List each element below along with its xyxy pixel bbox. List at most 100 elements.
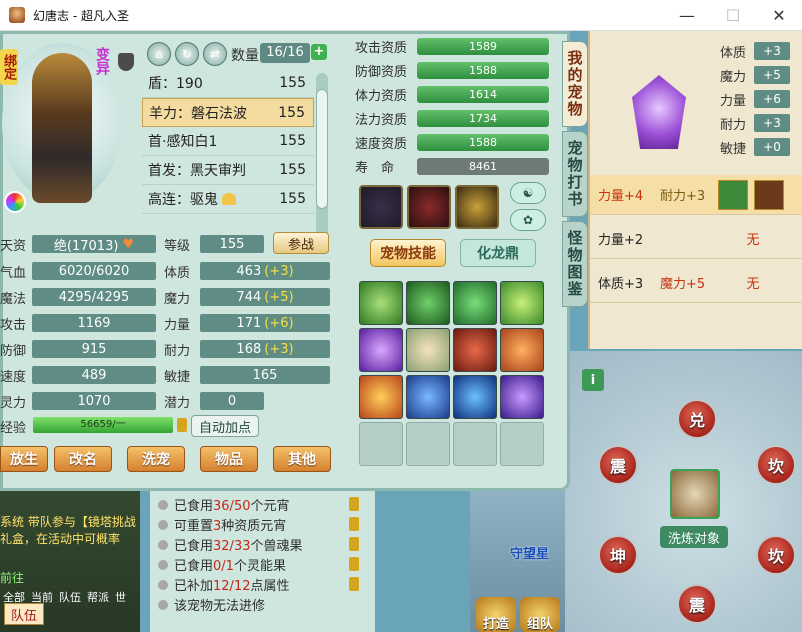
option-attr-a: 体质+3 xyxy=(598,277,644,292)
pet-list-item[interactable]: 高连：驱鬼 155 xyxy=(142,185,314,214)
coin-icon[interactable] xyxy=(349,577,359,591)
info-text: 可重置 xyxy=(174,519,214,534)
option-attr-b: 耐力+3 xyxy=(660,189,706,204)
pet-list-item-selected[interactable]: 羊力：磐石法波 155 xyxy=(142,98,314,127)
bagua-zhen-2[interactable]: 震 xyxy=(677,584,717,624)
skill-slot[interactable] xyxy=(359,375,403,419)
aptitude-row: 攻击资质 1589 xyxy=(355,37,549,56)
paw-icon[interactable]: ✿ xyxy=(510,209,546,231)
pet-level: 155 xyxy=(278,104,305,121)
rename-button[interactable]: 改名 xyxy=(54,446,112,472)
tab-dragon-cauldron[interactable]: 化龙鼎 xyxy=(460,239,536,267)
aptitude-label: 攻击资质 xyxy=(355,40,408,56)
minimize-button[interactable]: — xyxy=(664,0,710,31)
chat-tab-team[interactable]: 队伍 xyxy=(56,588,84,606)
bagua-kan-2[interactable]: 坎 xyxy=(756,535,796,575)
skill-slot[interactable] xyxy=(359,328,403,372)
stat-value: 0 xyxy=(200,392,264,410)
skill-slot[interactable] xyxy=(406,281,450,325)
info-line: 可重置3种资质元宵 xyxy=(158,515,286,534)
skill-slot[interactable] xyxy=(500,281,544,325)
refine-option-row[interactable]: 力量+2 无 xyxy=(590,219,802,259)
equip-slot-collar[interactable] xyxy=(359,185,403,229)
aptitude-row: 法力资质 1734 xyxy=(355,109,549,128)
info-text: 点属性 xyxy=(250,579,290,594)
maximize-button[interactable]: ☐ xyxy=(710,0,756,31)
tab-monster-guide[interactable]: 怪物图鉴 xyxy=(562,221,588,307)
tab-my-pets[interactable]: 我的宠物 xyxy=(562,41,588,127)
refine-option-row[interactable]: 力量+4 耐力+3 xyxy=(590,175,802,215)
skill-slot-empty[interactable] xyxy=(406,422,450,466)
info-highlight: 12/12 xyxy=(213,579,251,594)
tab-pet-skillbook[interactable]: 宠物打书 xyxy=(562,131,588,217)
auto-assign-button[interactable]: 自动加点 xyxy=(191,415,259,437)
bagua-kun[interactable]: 坤 xyxy=(598,535,638,575)
info-icon[interactable]: i xyxy=(582,369,604,391)
figure-icon[interactable] xyxy=(718,179,748,210)
home-icon[interactable]: ⌂ xyxy=(147,42,171,66)
release-button[interactable]: 放生 xyxy=(0,446,48,472)
pet-list-item[interactable]: 盾：190 155 xyxy=(142,69,314,98)
chat-tab-world[interactable]: 世 xyxy=(112,588,129,606)
yin-yang-icon[interactable]: ☯ xyxy=(510,182,546,204)
skill-slot[interactable] xyxy=(406,375,450,419)
crossed-swords-icon[interactable] xyxy=(754,179,784,210)
aptitude-row: 防御资质 1588 xyxy=(355,61,549,80)
close-button[interactable]: ✕ xyxy=(756,0,802,31)
coin-icon[interactable] xyxy=(349,497,359,511)
skill-slot-empty[interactable] xyxy=(500,422,544,466)
wash-pet-button[interactable]: 洗宠 xyxy=(127,446,185,472)
equip-slot-armor[interactable] xyxy=(407,185,451,229)
refresh-icon[interactable]: ↻ xyxy=(175,42,199,66)
skill-slot[interactable] xyxy=(453,375,497,419)
refine-target-portrait[interactable] xyxy=(670,469,720,519)
color-wheel-icon[interactable] xyxy=(4,191,26,213)
pet-list-scrollbar[interactable] xyxy=(316,73,328,245)
skill-slot[interactable] xyxy=(406,328,450,372)
items-button[interactable]: 物品 xyxy=(200,446,258,472)
tab-pet-skills[interactable]: 宠物技能 xyxy=(370,239,446,267)
coin-icon[interactable] xyxy=(349,537,359,551)
pet-level: 155 xyxy=(279,162,306,178)
refine-option-row[interactable]: 体质+3 魔力+5 无 xyxy=(590,263,802,303)
info-line: 已食用36/50个元宵 xyxy=(158,495,290,514)
pet-list-item[interactable]: 首发：黑天审判 155 xyxy=(142,156,314,185)
skill-slot[interactable] xyxy=(500,375,544,419)
other-button[interactable]: 其他 xyxy=(273,446,331,472)
swap-icon[interactable]: ⇄ xyxy=(203,42,227,66)
pet-list-item[interactable]: 首·感知白1 155 xyxy=(142,127,314,156)
coin-icon[interactable] xyxy=(349,557,359,571)
skill-slot[interactable] xyxy=(453,281,497,325)
coin-icon[interactable] xyxy=(349,517,359,531)
team-button[interactable]: 队伍 xyxy=(4,603,44,625)
chat-line: 系统 带队参与【镜塔挑战 xyxy=(0,515,136,529)
equip-slot-amulet[interactable] xyxy=(455,185,499,229)
stat-number: 168 xyxy=(236,341,262,357)
aptitude-row: 寿 命 8461 xyxy=(355,157,549,176)
bagua-dui[interactable]: 兑 xyxy=(677,399,717,439)
bonus-attr: 体质 +3 xyxy=(720,41,791,61)
scrollbar-thumb[interactable] xyxy=(316,89,328,209)
hat-icon xyxy=(222,193,236,205)
stat-number: 171 xyxy=(236,315,262,331)
coin-icon xyxy=(177,418,187,432)
skill-slot-empty[interactable] xyxy=(359,422,403,466)
chat-line[interactable]: 前往 xyxy=(0,569,140,586)
skill-slot[interactable] xyxy=(359,281,403,325)
refine-target-button[interactable]: 洗炼对象 xyxy=(660,526,728,548)
game-viewport: 绑定 变异 ⌂ ↻ ⇄ 数量 16/16 + 盾：190 155 羊力：磐石法波… xyxy=(0,31,802,632)
bagua-kan[interactable]: 坎 xyxy=(756,445,796,485)
pet-name: 首·感知白1 xyxy=(148,134,218,150)
stat-row: 魔法 4295/4295 xyxy=(0,287,156,307)
skill-slot[interactable] xyxy=(500,328,544,372)
chat-tab-guild[interactable]: 帮派 xyxy=(84,588,112,606)
stat-label: 攻击 xyxy=(0,317,27,333)
bagua-zhen[interactable]: 震 xyxy=(598,445,638,485)
fight-button[interactable]: 参战 xyxy=(273,232,329,254)
aptitude-label: 防御资质 xyxy=(355,64,408,80)
skill-slot-empty[interactable] xyxy=(453,422,497,466)
skill-slot[interactable] xyxy=(453,328,497,372)
forge-button[interactable]: 打造 xyxy=(476,597,516,632)
add-slot-button[interactable]: + xyxy=(311,44,327,60)
team-up-button[interactable]: 组队 xyxy=(520,597,560,632)
